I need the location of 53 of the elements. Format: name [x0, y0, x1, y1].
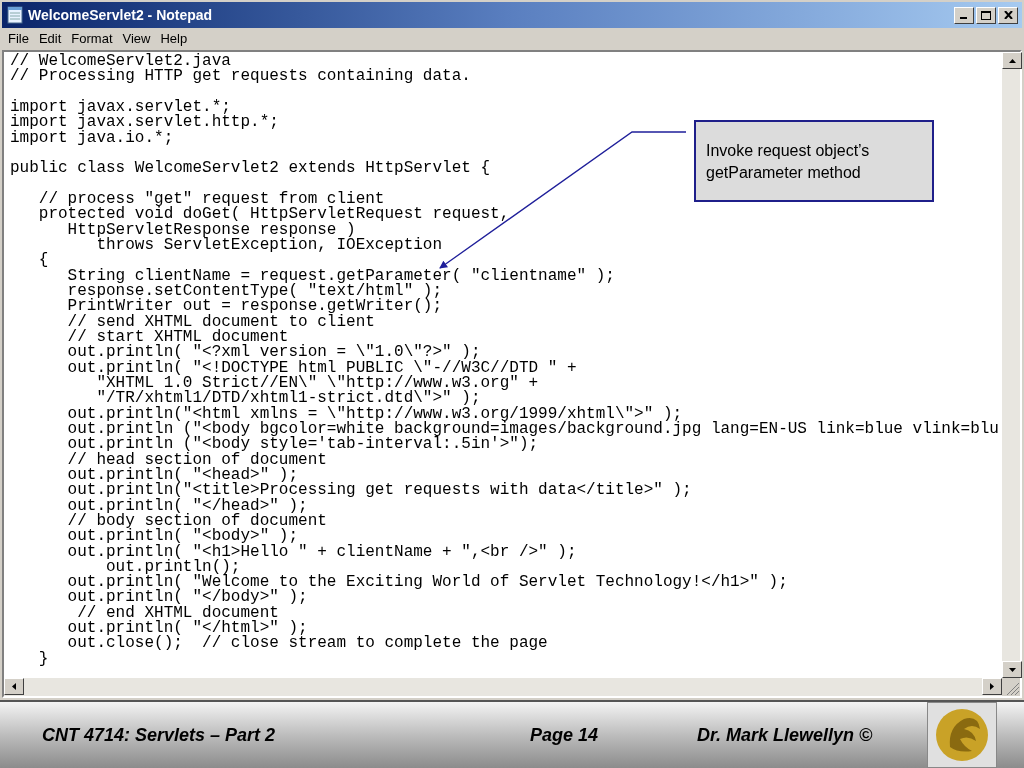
scroll-right-button[interactable]	[982, 678, 1002, 695]
code-line: PrintWriter out = response.getWriter();	[66, 299, 443, 315]
callout-box: Invoke request object’s getParameter method	[694, 120, 934, 202]
code-line: "/TR/xhtml1/DTD/xhtml1-strict.dtd\">" );	[96, 391, 481, 407]
page-number: Page 14	[530, 723, 600, 747]
code-line: protected void doGet( HttpServletRequest request,	[37, 207, 510, 223]
close-icon	[1003, 11, 1013, 19]
course-title: CNT 4714: Servlets – Part 2	[42, 723, 277, 747]
code-line: import java.io.*;	[10, 130, 174, 146]
code-line: out.println( "</head>" );	[66, 498, 308, 514]
author-credit: Dr. Mark Llewellyn ©	[697, 723, 874, 747]
maximize-button[interactable]	[976, 6, 996, 24]
menu-item[interactable]: Help	[160, 29, 188, 49]
code-line: out.println( "<?xml version = \"1.0\"?>" );	[66, 345, 481, 361]
close-button[interactable]	[998, 6, 1018, 24]
menu-item[interactable]: Format	[71, 29, 113, 49]
menu-item[interactable]: File	[8, 29, 29, 49]
vertical-scrollbar[interactable]	[1002, 52, 1020, 678]
code-line: out.println( "<h1>Hello " + clientName + ",<br />" );	[66, 544, 577, 560]
code-line: out.println ("<body style='tab-interval:.5in'>");	[66, 437, 539, 453]
code-line: out.println("<html xmlns = \"http://www.w3.org/1999/xhtml\">" );	[66, 406, 683, 422]
text-area[interactable]	[4, 52, 1002, 678]
resize-grip-icon[interactable]	[1002, 678, 1020, 696]
emblem-icon	[934, 707, 990, 763]
window-title: WelcomeServlet2 - Notepad	[28, 5, 213, 25]
maximize-icon	[981, 10, 991, 20]
code-line: // send XHTML document to client	[66, 314, 375, 330]
code-line: // Processing HTTP get requests containing data.	[10, 69, 471, 85]
code-line: }	[37, 651, 49, 668]
up-arrow-icon	[1008, 58, 1016, 63]
menu-item[interactable]: Edit	[38, 29, 62, 49]
code-line: public class WelcomeServlet2 extends HttpServlet {	[10, 161, 491, 177]
code-line: out.println( "</body>" );	[66, 590, 308, 606]
menu-item[interactable]: View	[122, 29, 151, 49]
scroll-up-button[interactable]	[1002, 52, 1022, 69]
code-line: throws ServletException, IOException	[96, 237, 443, 254]
code-line: HttpServletResponse response )	[67, 222, 356, 238]
right-arrow-icon	[990, 683, 994, 690]
scroll-down-button[interactable]	[1002, 661, 1022, 678]
left-arrow-icon	[12, 683, 16, 690]
code-line: out.println( "<body>" );	[66, 529, 299, 545]
code-line: // head section of document	[66, 452, 327, 468]
code-line: out.println( "<!DOCTYPE html PUBLIC \"-//W3C//DTD " +	[66, 360, 577, 376]
code-line: out.println("<title>Processing get requests with data</title>" );	[66, 483, 692, 499]
horizontal-scrollbar[interactable]	[4, 678, 1002, 696]
down-arrow-icon	[1008, 667, 1016, 672]
minimize-button[interactable]	[954, 6, 974, 24]
notepad-icon	[6, 6, 24, 24]
code-line: out.close(); // close stream to complete the page	[66, 636, 548, 652]
code-line: import javax.servlet.http.*;	[10, 115, 279, 131]
code-line: {	[37, 253, 49, 269]
scroll-left-button[interactable]	[4, 678, 24, 695]
code-line: String clientName = request.getParameter( "clientname" );	[66, 268, 615, 284]
